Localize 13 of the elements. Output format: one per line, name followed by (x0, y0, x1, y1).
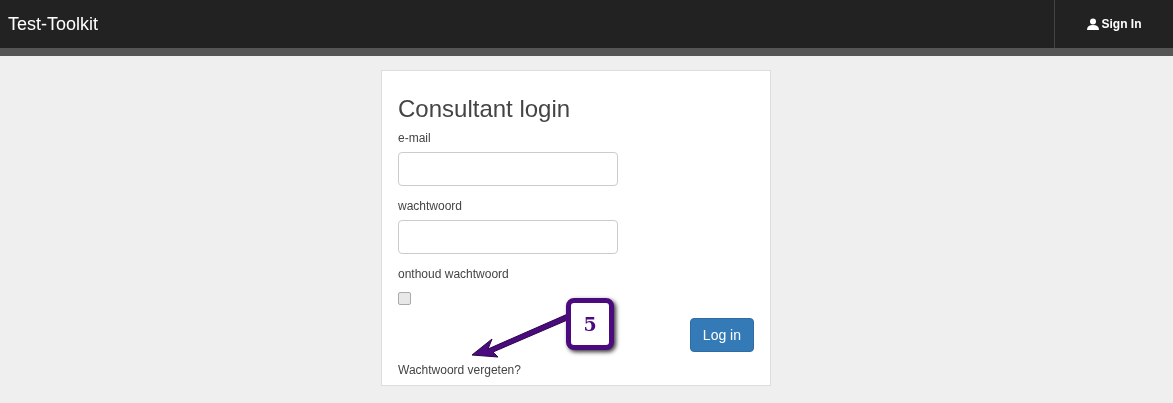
field-label: e-mail (398, 131, 431, 145)
forgot-password-link[interactable]: Wachtwoord vergeten? (398, 363, 521, 377)
input-field[interactable] (398, 152, 618, 186)
field-label: wachtwoord (398, 199, 463, 213)
login-title: Consultant login (398, 95, 572, 123)
step-badge: 5 (566, 298, 614, 350)
checkbox-label: onthoud wachtwoord (398, 267, 509, 281)
user-icon (1086, 18, 1099, 30)
brand-link[interactable]: Test-Toolkit (0, 13, 99, 35)
login-button[interactable]: Log in (689, 318, 754, 352)
input-field[interactable] (398, 220, 618, 254)
sign-in-link[interactable]: Sign In (1086, 17, 1142, 31)
remember-checkbox[interactable] (398, 292, 411, 305)
